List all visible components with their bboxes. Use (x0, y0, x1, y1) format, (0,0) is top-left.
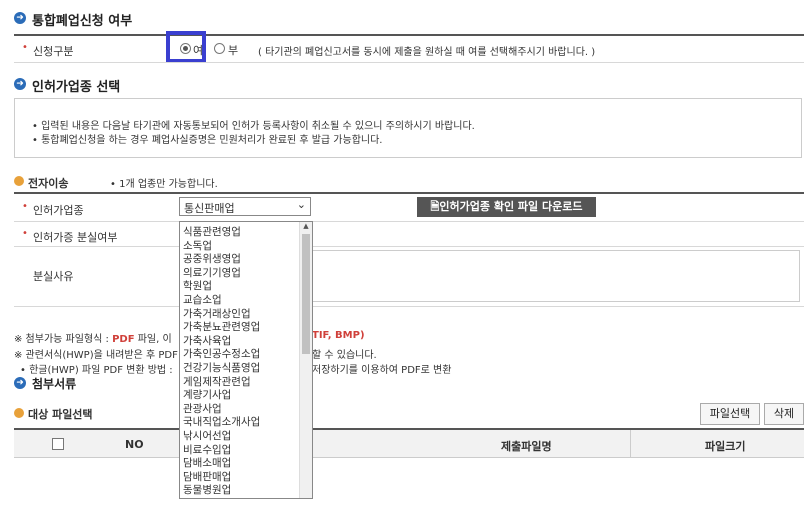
divider (14, 192, 804, 194)
notice-line-1: • 입력된 내용은 다음날 타기관에 자동통보되어 인허가 등록사항이 취소될 … (32, 121, 475, 132)
section-title-attach: 첨부서류 (32, 377, 77, 391)
col-no-header: NO (125, 438, 144, 451)
section-title-close: 통합폐업신청 여부 (32, 14, 133, 29)
dropdown-option[interactable]: 공중위생영업 (180, 253, 298, 267)
lost-label: 인허가증 분실여부 (33, 231, 118, 244)
section-bullet-icon: ➜ (14, 377, 26, 389)
file-note-line-2: ※ 관련서식(HWP)을 내려받은 후 PDF (14, 350, 178, 361)
required-marker: • (22, 201, 28, 212)
orange-dot-icon (14, 176, 24, 186)
file-select-button[interactable]: 파일선택 (700, 403, 760, 425)
select-all-checkbox[interactable] (52, 438, 64, 450)
dropdown-option[interactable]: 가축분뇨관련영업 (180, 321, 298, 335)
dropdown-option[interactable]: 국내직업소개사업 (180, 416, 298, 430)
radio-no-label: 부 (228, 44, 239, 57)
file-select-label: 대상 파일선택 (28, 408, 93, 421)
orange-dot-icon (14, 408, 24, 418)
file-note-line-2-end: 할 수 있습니다. (312, 350, 377, 361)
options-container: 식품관련영업 소독업 공중위생영업 의료기기영업 학원업 교습소업 가축거래상인업 가축분뇨관… (180, 226, 298, 498)
radio-yes-label: 여 (193, 44, 204, 57)
dropdown-option[interactable]: 담배판매업 (180, 471, 298, 485)
transfer-note: • 1개 업종만 가능합니다. (110, 179, 218, 190)
dropdown-option[interactable]: 식품관련영업 (180, 226, 298, 240)
dropdown-option[interactable]: 가축인공수정소업 (180, 348, 298, 362)
dropdown-option[interactable]: 학원업 (180, 280, 298, 294)
required-marker: • (22, 42, 28, 53)
license-type-options-list[interactable]: 식품관련영업 소독업 공중위생영업 의료기기영업 학원업 교습소업 가축거래상인업 가축분뇨관… (179, 221, 313, 499)
section-bullet-icon: ➜ (14, 12, 26, 24)
dropdown-option[interactable]: 동물병원업 (180, 484, 298, 498)
divider (14, 62, 804, 63)
section-title-license: 인허가업종 선택 (32, 80, 121, 95)
dropdown-option[interactable]: 건강기능식품영업 (180, 362, 298, 376)
apply-type-label: 신청구분 (33, 45, 74, 58)
radio-yes[interactable] (180, 43, 191, 54)
radio-no[interactable] (214, 43, 225, 54)
apply-type-note: ( 타기관의 폐업신고서를 동시에 제출을 원하실 때 여를 선택해주시기 바랍… (258, 47, 596, 58)
dropdown-option[interactable]: 교습소업 (180, 294, 298, 308)
col-divider (630, 430, 631, 458)
divider (14, 246, 804, 247)
download-license-file-button[interactable]: 🗎인허가업종 확인 파일 다운로드 (417, 197, 596, 217)
scrollbar[interactable]: ▲ (299, 222, 312, 498)
file-note-line-1-end: TIF, BMP) (312, 330, 365, 341)
section-bullet-icon: ➜ (14, 78, 26, 90)
license-type-select[interactable]: 통신판매업 ⌄ (179, 197, 311, 216)
dropdown-option[interactable]: 관광사업 (180, 403, 298, 417)
delete-button[interactable]: 삭제 (764, 403, 804, 425)
transfer-label: 전자이송 (28, 177, 69, 190)
notice-line-2: • 통합폐업신청을 하는 경우 폐업사실증명은 민원처리가 완료된 후 발급 가… (32, 135, 383, 146)
dropdown-option[interactable]: 비료수입업 (180, 444, 298, 458)
reason-label: 분실사유 (33, 270, 74, 283)
file-note-line-3: • 한글(HWP) 파일 PDF 변환 방법 : (20, 365, 173, 376)
dropdown-option[interactable]: 계량기사업 (180, 389, 298, 403)
chevron-down-icon: ⌄ (296, 198, 306, 211)
file-note-line-3-end: 저장하기를 이용하여 PDF로 변환 (312, 365, 452, 376)
license-type-selected: 통신판매업 (184, 202, 235, 215)
divider (14, 306, 804, 307)
col-size-header: 파일크기 (705, 440, 746, 453)
dropdown-option[interactable]: 담배소매업 (180, 457, 298, 471)
dropdown-option[interactable]: 소독업 (180, 240, 298, 254)
license-type-label: 인허가업종 (33, 204, 84, 217)
divider (14, 34, 804, 36)
dropdown-option[interactable]: 가축거래상인업 (180, 308, 298, 322)
dropdown-option[interactable]: 가축사육업 (180, 335, 298, 349)
divider (14, 221, 804, 222)
dropdown-option[interactable]: 의료기기영업 (180, 267, 298, 281)
col-name-header: 제출파일명 (501, 440, 552, 453)
dropdown-option[interactable]: 게임제작관련업 (180, 376, 298, 390)
file-note-line-1: ※ 첨부가능 파일형식 : PDF 파일, 이 (14, 334, 172, 345)
scroll-up-icon[interactable]: ▲ (300, 222, 312, 234)
dropdown-option[interactable]: 낚시어선업 (180, 430, 298, 444)
required-marker: • (22, 228, 28, 239)
scrollbar-thumb[interactable] (302, 234, 310, 354)
